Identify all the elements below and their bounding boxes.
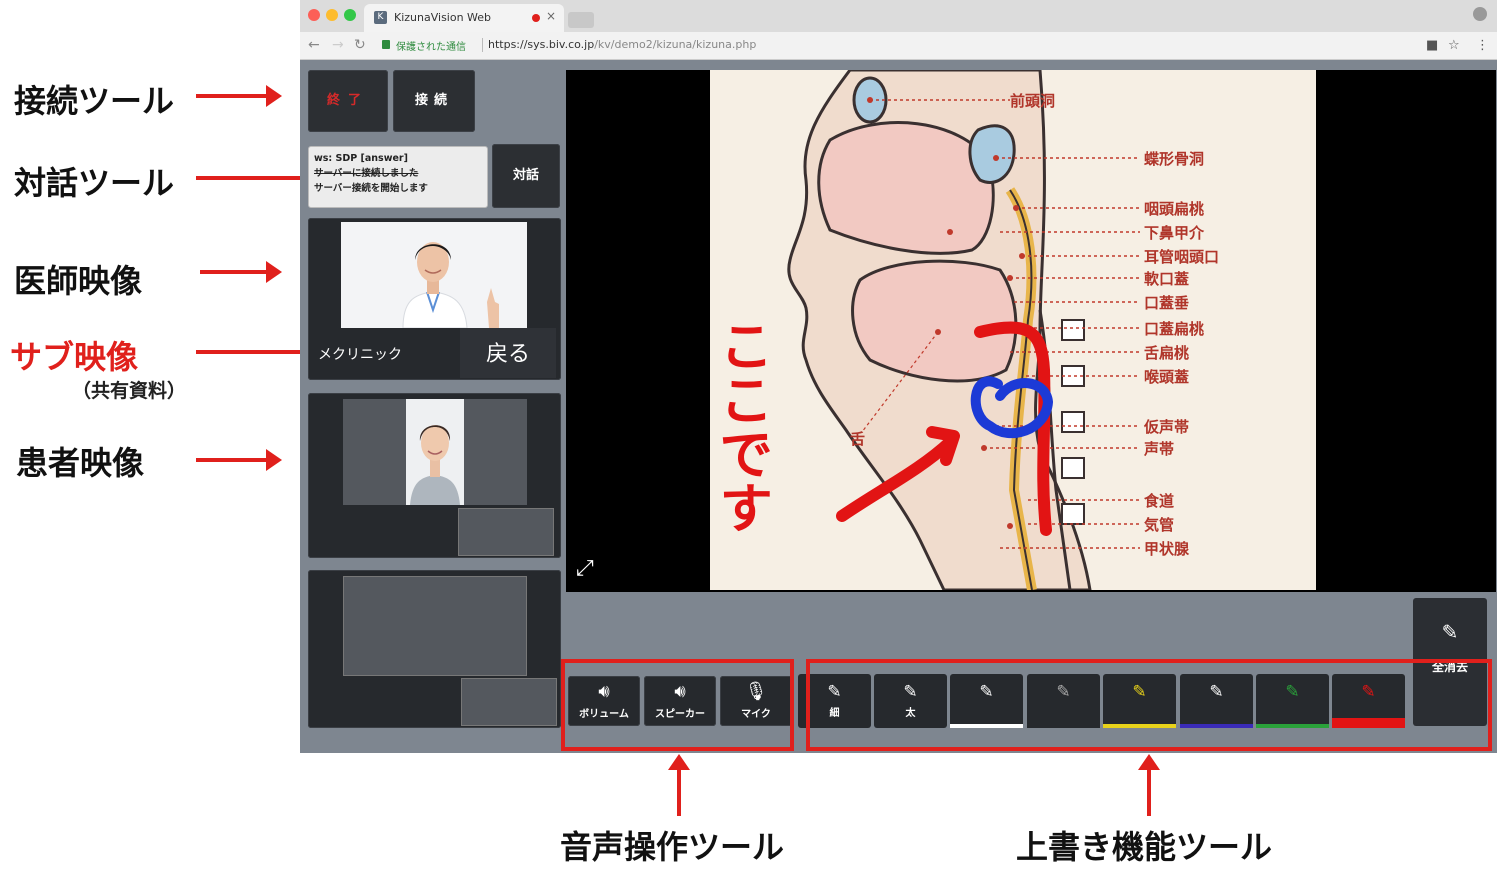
zoom-window-button[interactable]: [344, 9, 356, 21]
secure-connection-label: 保護された通信: [396, 42, 466, 53]
doctor-video[interactable]: [341, 222, 527, 328]
patient-self-view[interactable]: [458, 508, 554, 556]
dialog-button[interactable]: 対話: [492, 144, 560, 208]
title-bar: K KizunaVision Web ×: [300, 0, 1497, 32]
browser-tab[interactable]: K KizunaVision Web ×: [364, 4, 564, 32]
log-line-3: サーバー接続を開始します: [314, 183, 428, 194]
annotation-overwrite-tool: 上書き機能ツール: [1016, 828, 1273, 866]
recording-indicator-icon: [532, 14, 540, 22]
annotation-audio-tool: 音声操作ツール: [560, 828, 785, 866]
url-text: https://sys.biv.co.jp/kv/demo2/kizuna/ki…: [488, 38, 756, 51]
annotation-arrow-doctor: [200, 261, 282, 283]
patient-video-frame: [343, 399, 527, 505]
audio-tool-highlight: [561, 659, 794, 751]
lock-icon: [382, 40, 390, 49]
handwriting-text: ここです: [710, 318, 773, 534]
browser-window: K KizunaVision Web × ← → ↻ 保護された通信 https…: [300, 0, 1497, 753]
url-host: https://sys.biv.co.jp: [488, 38, 595, 51]
patient-figure: [406, 399, 464, 505]
kizuna-favicon-icon: K: [374, 11, 387, 24]
close-window-button[interactable]: [308, 9, 320, 21]
new-tab-button[interactable]: [568, 12, 594, 28]
url-separator: [482, 38, 483, 52]
end-call-label: 終了: [326, 93, 369, 108]
back-arrow-icon[interactable]: ←: [308, 37, 320, 53]
overwrite-tool-highlight: [806, 659, 1492, 751]
close-tab-icon[interactable]: ×: [546, 9, 556, 23]
annotation-doctor-video: 医師映像: [14, 262, 143, 300]
expand-icon[interactable]: ⤢: [576, 556, 594, 581]
pencil-icon: ✎: [1441, 620, 1459, 644]
address-bar[interactable]: 保護された通信 https://sys.biv.co.jp/kv/demo2/k…: [378, 36, 1438, 56]
nav-bar: ← → ↻ 保護された通信 https://sys.biv.co.jp/kv/d…: [300, 32, 1497, 60]
extra-self-view[interactable]: [461, 678, 557, 726]
doctor-figure: [341, 222, 527, 328]
camera-icon[interactable]: ■: [1426, 38, 1438, 53]
annotation-sub-video-note: （共有資料）: [72, 380, 187, 402]
tab-title: KizunaVision Web: [394, 11, 492, 24]
connect-label: 接続: [414, 93, 453, 108]
menu-dots-icon[interactable]: ⋮: [1476, 38, 1489, 53]
annotation-patient-video: 患者映像: [16, 444, 145, 482]
reload-icon[interactable]: ↻: [354, 37, 366, 53]
annotation-arrow-audio: [668, 754, 690, 816]
annotation-arrow-connect: [196, 85, 282, 107]
profile-icon[interactable]: [1473, 7, 1487, 21]
forward-arrow-icon[interactable]: →: [332, 37, 344, 53]
chat-log-box[interactable]: ws: SDP [answer] サーバーに接続しました サーバー接続を開始しま…: [308, 146, 488, 208]
log-line-1: ws: SDP [answer]: [314, 153, 408, 164]
anatomy-slide[interactable]: 前頭洞 蝶形骨洞 咽頭扁桃 下鼻甲介 耳管咽頭口 軟口蓋 口蓋垂 口蓋扁桃 舌扁…: [710, 70, 1316, 590]
screenshot-root: 接続ツール 対話ツール 医師映像 サブ映像 （共有資料） 患者映像 K Kizu…: [0, 0, 1500, 875]
minimize-window-button[interactable]: [326, 9, 338, 21]
back-button[interactable]: 戻る: [460, 328, 556, 378]
annotation-drawing-overlay: [836, 321, 1054, 536]
log-line-2: サーバーに接続しました: [314, 168, 419, 179]
dialog-label: 対話: [512, 168, 539, 183]
patient-video[interactable]: [406, 399, 464, 505]
annotation-connect-tool: 接続ツール: [14, 82, 175, 120]
extra-video-panel: [308, 570, 561, 728]
doctor-name-label: メクリニック: [318, 347, 402, 363]
patient-video-panel: [308, 393, 561, 558]
annotation-sub-video: サブ映像: [10, 338, 139, 376]
annotation-arrow-patient: [196, 449, 282, 471]
connect-button[interactable]: 接続: [393, 70, 475, 132]
doctor-video-panel: メクリニック 戻る: [308, 218, 561, 380]
annotation-dialog-tool: 対話ツール: [14, 164, 175, 202]
annotation-arrow-overwrite: [1138, 754, 1160, 816]
bookmark-star-icon[interactable]: ☆: [1448, 38, 1460, 53]
end-call-button[interactable]: 終了: [308, 70, 388, 132]
url-path: /kv/demo2/kizuna/kizuna.php: [594, 38, 757, 51]
shared-material-viewer[interactable]: 前頭洞 蝶形骨洞 咽頭扁桃 下鼻甲介 耳管咽頭口 軟口蓋 口蓋垂 口蓋扁桃 舌扁…: [566, 70, 1496, 592]
extra-video-frame[interactable]: [343, 576, 527, 676]
